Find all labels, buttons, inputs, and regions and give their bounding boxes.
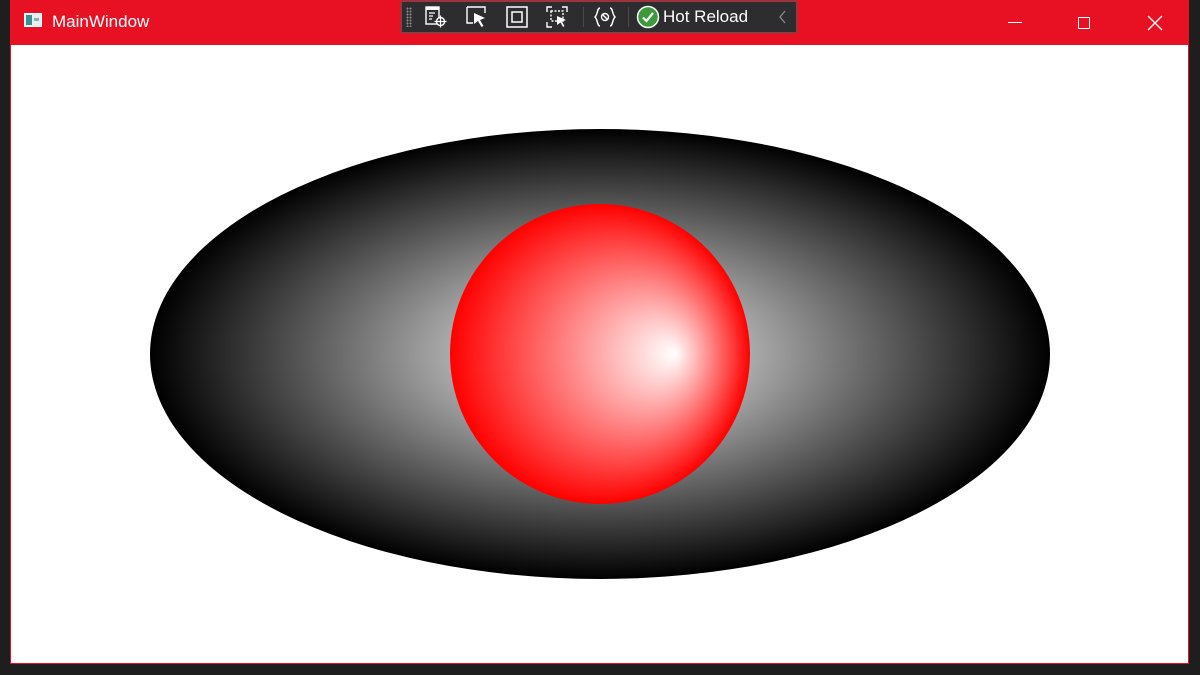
window-title: MainWindow [52,12,150,31]
chevron-left-icon [779,10,786,24]
minimize-icon [1008,22,1022,23]
hot-reload-toolbar: Hot Reload [401,1,797,33]
select-element-icon [466,6,486,27]
display-layout-adorners-button[interactable] [503,4,531,30]
toolbar-grip[interactable] [406,7,412,27]
display-layout-adorners-icon [506,6,528,28]
maximize-icon [1078,16,1090,29]
minimize-button[interactable] [992,0,1038,45]
go-to-live-visual-tree-icon [425,6,447,28]
hot-reload-indicator[interactable]: Hot Reload [636,4,748,30]
toolbar-separator [628,7,629,27]
hot-reload-label: Hot Reload [663,7,749,26]
track-focused-element-button[interactable] [543,4,571,30]
close-button[interactable] [1132,0,1178,45]
toolbar-separator [583,7,584,27]
track-focused-element-icon [546,6,568,28]
close-icon [1147,15,1163,30]
binding-failures-icon [593,7,617,27]
go-to-live-visual-tree-button[interactable] [422,4,450,30]
binding-failures-button[interactable] [591,4,619,30]
select-element-button[interactable] [463,4,491,30]
check-circle-icon [636,5,660,29]
collapse-toolbar-button[interactable] [774,4,792,30]
red-gradient-circle [450,204,750,504]
app-window-icon [24,13,42,27]
main-window: MainWindow [10,0,1189,664]
shapes-canvas [150,129,1050,579]
maximize-button[interactable] [1061,0,1107,45]
window-content [11,45,1188,664]
